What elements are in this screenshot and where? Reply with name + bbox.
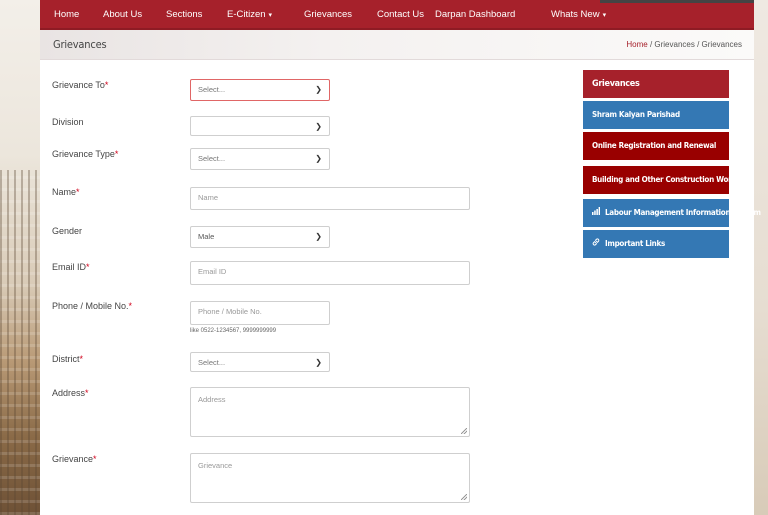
district-label: District* xyxy=(52,354,83,364)
nav-sections[interactable]: Sections xyxy=(166,0,202,30)
grievance-label: Grievance* xyxy=(52,454,97,464)
email-label: Email ID* xyxy=(52,262,90,272)
sidebar-item-label: Labour Management Information System xyxy=(605,208,761,217)
nav-e-citizen-label: E-Citizen xyxy=(227,9,266,20)
district-select[interactable]: Select... ❯ xyxy=(190,352,330,372)
address-label-text: Address xyxy=(52,388,86,398)
resize-handle-icon[interactable] xyxy=(461,428,467,434)
name-label: Name* xyxy=(52,187,80,197)
grievance-to-label: Grievance To* xyxy=(52,80,108,90)
required-mark: * xyxy=(79,354,84,364)
sidebar-item-online-registration[interactable]: Online Registration and Renewal xyxy=(583,132,729,160)
main-navbar: Home About Us Sections E-Citizen ▾ Grieva… xyxy=(40,0,754,30)
grievance-to-label-text: Grievance To xyxy=(52,80,105,90)
district-label-text: District xyxy=(52,354,80,364)
sidebar-item-shram-kalyan-parishad[interactable]: Shram Kalyan Parishad xyxy=(583,101,729,129)
nav-whats-new-label: Whats New xyxy=(551,9,600,20)
gender-select[interactable]: Male ❯ xyxy=(190,226,330,248)
nav-home[interactable]: Home xyxy=(54,0,79,30)
phone-label: Phone / Mobile No.* xyxy=(52,301,132,311)
email-label-text: Email ID xyxy=(52,262,87,272)
nav-about-us[interactable]: About Us xyxy=(103,0,142,30)
district-value: Select... xyxy=(198,358,226,367)
name-placeholder: Name xyxy=(198,193,219,202)
required-mark: * xyxy=(128,301,133,311)
chevron-down-icon: ❯ xyxy=(315,85,322,94)
address-label: Address* xyxy=(52,388,89,398)
nav-darpan-dashboard[interactable]: Darpan Dashboard xyxy=(435,0,515,30)
address-placeholder: Address xyxy=(198,395,226,404)
background-photo-right xyxy=(754,0,768,515)
email-input[interactable]: Email ID xyxy=(190,261,470,285)
required-mark: * xyxy=(114,149,119,159)
grievance-textarea[interactable]: Grievance xyxy=(190,453,470,503)
chevron-down-icon: ❯ xyxy=(315,122,322,131)
gender-value: Male xyxy=(198,232,215,241)
sidebar-item-important-links[interactable]: Important Links xyxy=(583,230,729,258)
required-mark: * xyxy=(76,187,80,197)
main-container: Home About Us Sections E-Citizen ▾ Grieva… xyxy=(40,0,761,515)
breadcrumb: Home / Grievances / Grievances xyxy=(626,30,742,60)
grievance-type-label: Grievance Type* xyxy=(52,149,118,159)
sidebar-item-label: Important Links xyxy=(605,239,665,248)
required-mark: * xyxy=(85,388,89,398)
nav-contact-us[interactable]: Contact Us xyxy=(377,0,424,30)
link-icon xyxy=(592,230,600,258)
breadcrumb-grievances[interactable]: Grievances xyxy=(654,40,694,49)
nav-grievances[interactable]: Grievances xyxy=(304,0,352,30)
grievance-to-select[interactable]: Select... ❯ xyxy=(190,79,330,101)
sidebar-item-construction-workers[interactable]: Building and Other Construction Workers xyxy=(583,166,748,194)
gender-label: Gender xyxy=(52,226,83,236)
grievance-placeholder: Grievance xyxy=(198,461,233,470)
sidebar-item-lmis[interactable]: Labour Management Information System xyxy=(583,199,761,227)
required-mark: * xyxy=(86,262,90,272)
sidebar-header: Grievances xyxy=(583,70,729,98)
breadcrumb-home-link[interactable]: Home xyxy=(626,40,647,49)
phone-hint: like 0522-1234567, 9999999999 xyxy=(190,328,277,334)
grievance-type-label-text: Grievance Type xyxy=(52,149,115,159)
phone-input[interactable]: Phone / Mobile No. xyxy=(190,301,330,325)
division-label: Division xyxy=(52,117,84,127)
name-label-text: Name xyxy=(52,187,77,197)
required-mark: * xyxy=(93,454,97,464)
phone-label-text: Phone / Mobile No. xyxy=(52,301,129,311)
breadcrumb-current: Grievances xyxy=(701,40,742,49)
address-textarea[interactable]: Address xyxy=(190,387,470,437)
chevron-down-icon: ❯ xyxy=(315,154,322,163)
breadcrumb-separator: / xyxy=(694,40,702,49)
background-photo-left xyxy=(0,0,40,515)
chevron-down-icon: ▾ xyxy=(602,12,607,19)
navbar-top-accent xyxy=(600,0,754,3)
grievance-label-text: Grievance xyxy=(52,454,94,464)
grievance-to-value: Select... xyxy=(198,85,226,94)
page-header: Grievances Home / Grievances / Grievance… xyxy=(40,30,754,60)
chevron-down-icon: ❯ xyxy=(315,358,322,367)
nav-whats-new[interactable]: Whats New ▾ xyxy=(551,0,606,30)
page-title: Grievances xyxy=(53,38,107,51)
resize-handle-icon[interactable] xyxy=(461,494,467,500)
grievance-type-select[interactable]: Select... ❯ xyxy=(190,148,330,170)
chevron-down-icon: ▾ xyxy=(268,12,273,19)
grievance-type-value: Select... xyxy=(198,154,226,163)
email-placeholder: Email ID xyxy=(198,267,227,276)
name-input[interactable]: Name xyxy=(190,187,470,210)
chevron-down-icon: ❯ xyxy=(315,232,322,241)
nav-e-citizen[interactable]: E-Citizen ▾ xyxy=(227,0,272,30)
division-select[interactable]: ❯ xyxy=(190,116,330,136)
bar-chart-icon xyxy=(592,199,600,227)
required-mark: * xyxy=(104,80,109,90)
phone-placeholder: Phone / Mobile No. xyxy=(198,307,262,316)
